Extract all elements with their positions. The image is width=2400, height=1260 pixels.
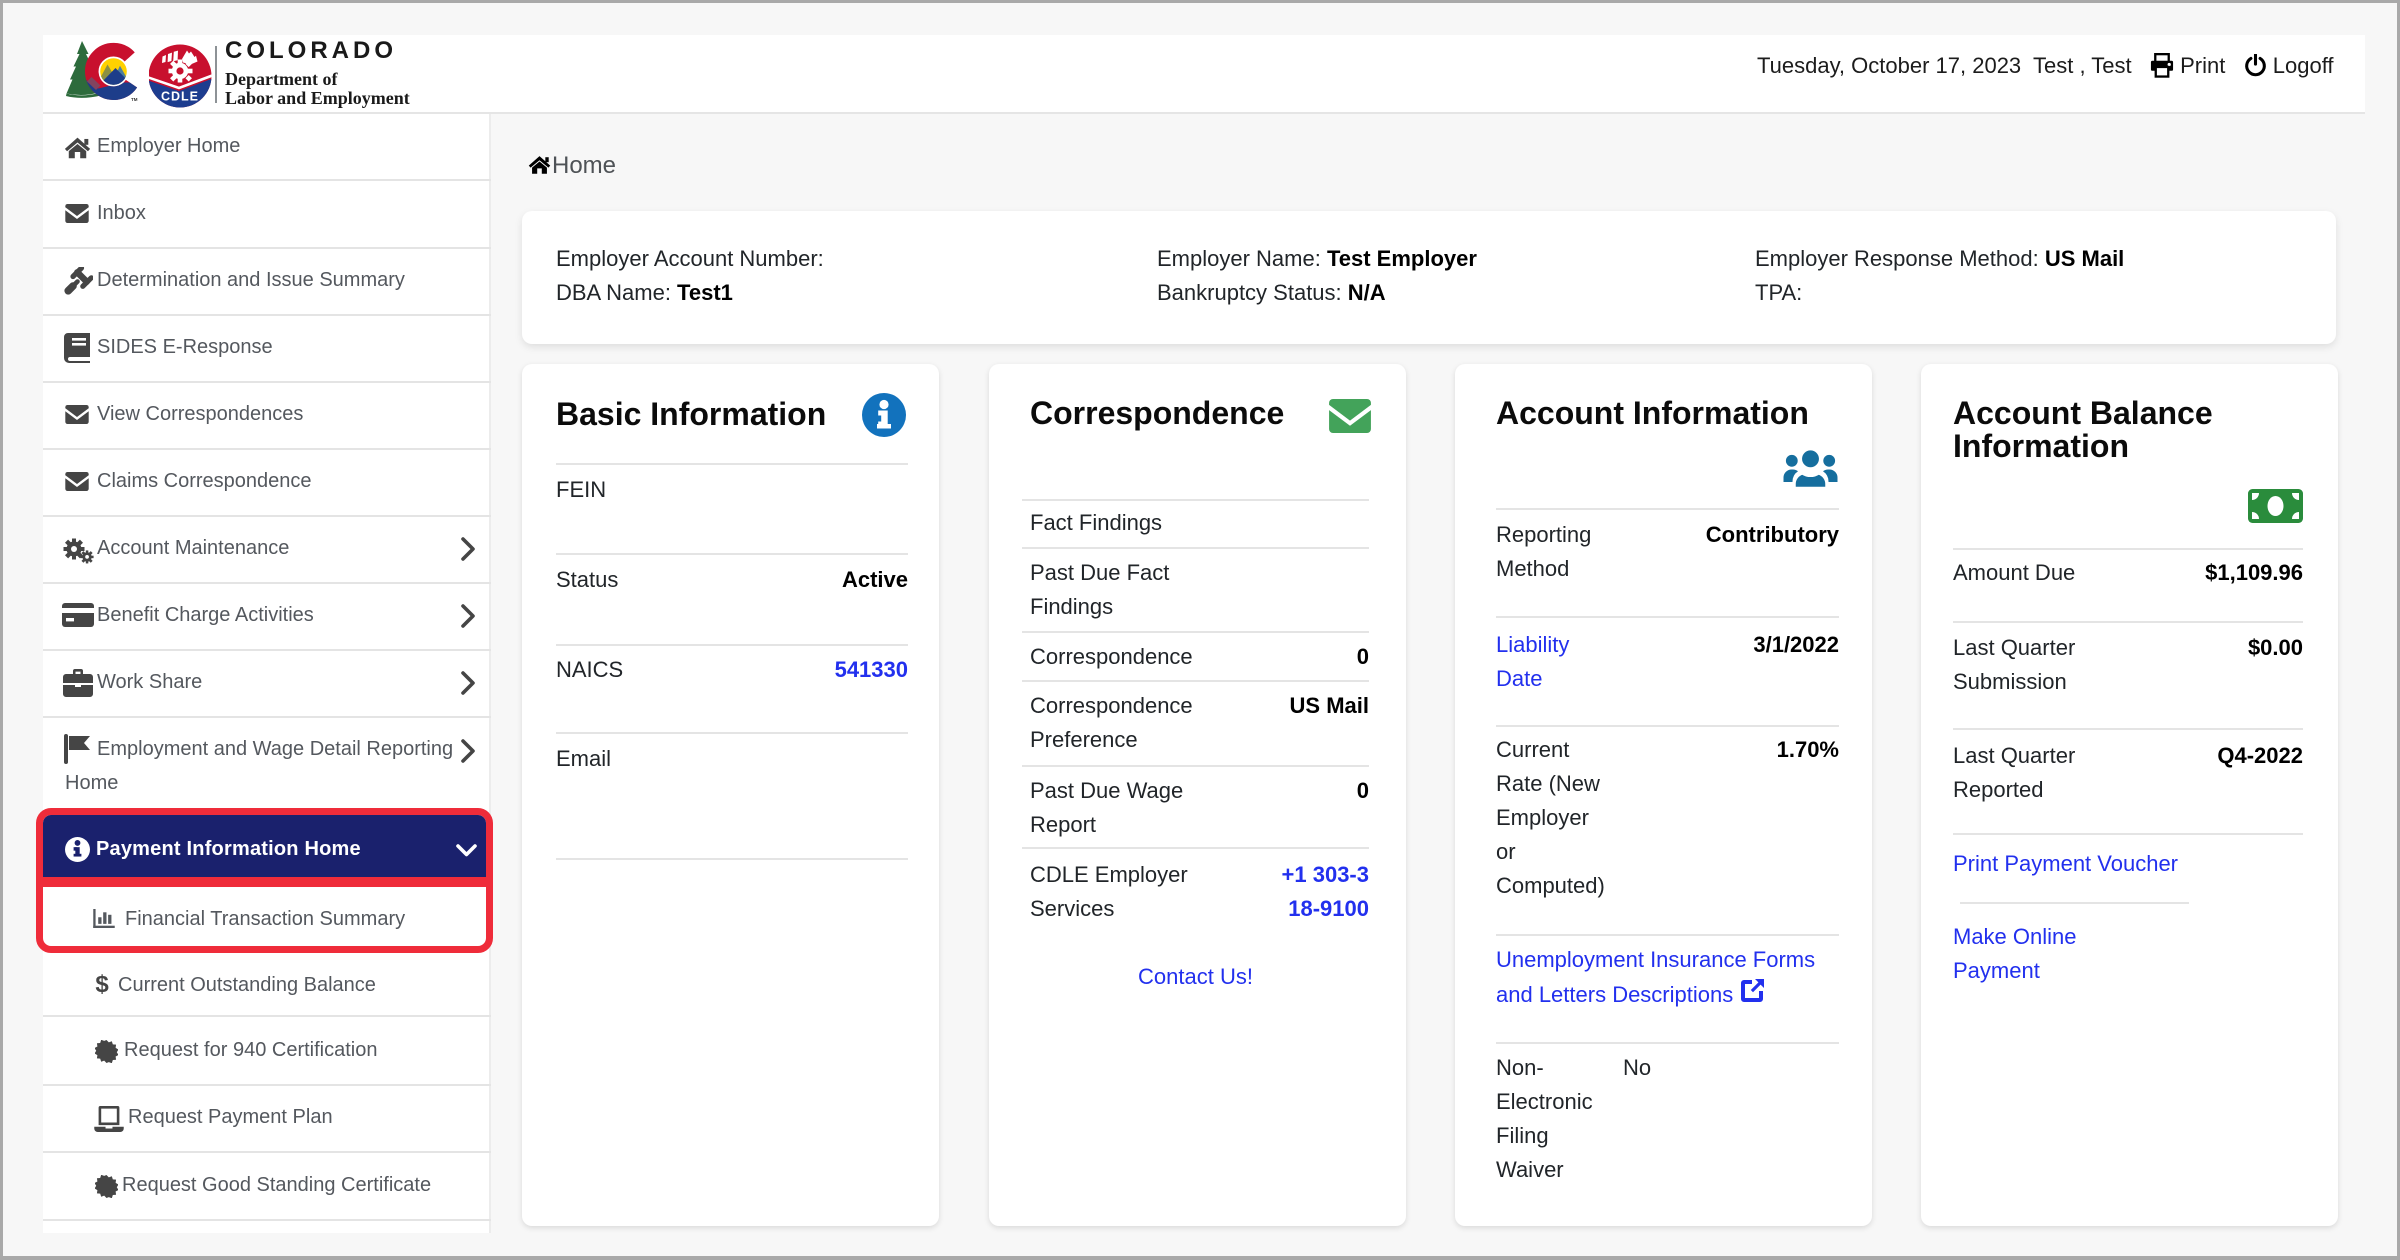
svg-text:TM: TM (131, 97, 138, 102)
svg-text:CDLE: CDLE (161, 90, 199, 104)
svg-text:$: $ (95, 971, 109, 997)
